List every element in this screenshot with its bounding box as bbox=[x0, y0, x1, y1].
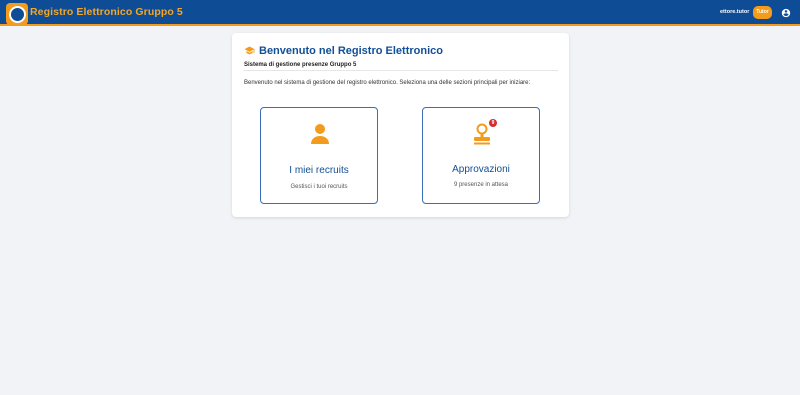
graduation-cap-icon bbox=[244, 46, 255, 55]
approvals-card[interactable]: 9 Approvazioni 9 presenze in attesa bbox=[422, 107, 540, 204]
top-app-bar: Registro Elettronico Gruppo 5 ettore.tut… bbox=[0, 0, 800, 26]
section-description: Gestisci i tuoi recruits bbox=[290, 184, 348, 190]
school-logo-icon[interactable] bbox=[6, 3, 28, 25]
my-recruits-card[interactable]: I miei recruits Gestisci i tuoi recruits bbox=[260, 107, 378, 204]
app-title[interactable]: Registro Elettronico Gruppo 5 bbox=[30, 6, 183, 18]
approval-stamp-icon bbox=[474, 123, 490, 145]
section-title: I miei recruits bbox=[289, 165, 349, 176]
divider bbox=[244, 70, 558, 71]
person-icon bbox=[311, 124, 329, 144]
page-title: Benvenuto nel Registro Elettronico bbox=[259, 45, 443, 57]
section-description: 9 presenze in attesa bbox=[453, 182, 509, 188]
intro-text: Benvenuto nel sistema di gestione del re… bbox=[244, 80, 531, 86]
account-circle-icon[interactable] bbox=[781, 8, 791, 18]
username: ettore.tutor bbox=[720, 9, 750, 15]
welcome-card: Benvenuto nel Registro Elettronico Siste… bbox=[232, 33, 569, 217]
role-badge: Tutor bbox=[753, 6, 772, 19]
pending-count-badge: 9 bbox=[489, 119, 497, 127]
section-title: Approvazioni bbox=[452, 164, 510, 175]
page-subtitle: Sistema di gestione presenze Gruppo 5 bbox=[244, 62, 357, 68]
